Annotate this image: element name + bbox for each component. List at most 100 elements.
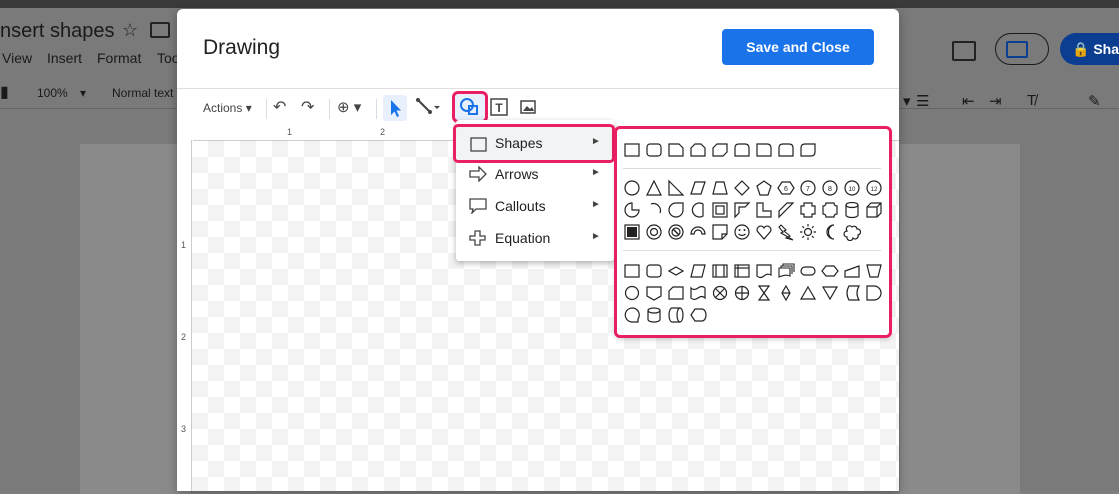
share-button[interactable]: 🔒 Sha	[1060, 33, 1119, 65]
flowchart-or-icon[interactable]	[733, 284, 751, 302]
flowchart-manual-operation-icon[interactable]	[865, 262, 883, 280]
round-same-side-shape-icon[interactable]	[733, 141, 751, 159]
folder-icon[interactable]	[150, 22, 170, 38]
snip-diagonal-shape-icon[interactable]	[711, 141, 729, 159]
right-triangle-shape-icon[interactable]	[667, 179, 685, 197]
paint-format-icon[interactable]: ▮	[0, 82, 9, 102]
cloud-shape-icon[interactable]	[843, 223, 861, 241]
clear-formatting-icon[interactable]: T̸	[1027, 92, 1036, 109]
style-select[interactable]: Normal text	[112, 86, 173, 100]
sun-shape-icon[interactable]	[799, 223, 817, 241]
bevel-shape-icon[interactable]	[623, 223, 641, 241]
redo-icon[interactable]: ↷	[301, 97, 314, 119]
octagon-shape-icon[interactable]: 8	[821, 179, 839, 197]
flowchart-connector-icon[interactable]	[623, 284, 641, 302]
cube-shape-icon[interactable]	[865, 201, 883, 219]
plaque-rounded-shape-icon[interactable]	[821, 201, 839, 219]
flowchart-terminator-icon[interactable]	[799, 262, 817, 280]
heart-shape-icon[interactable]	[755, 223, 773, 241]
document-title[interactable]: nsert shapes	[0, 20, 115, 43]
menu-item-callouts[interactable]: Callouts ►	[456, 190, 614, 222]
zoom-dropdown-icon[interactable]: ▾	[80, 86, 86, 100]
select-tool[interactable]	[383, 95, 407, 121]
comment-icon[interactable]	[952, 41, 976, 61]
rectangle-shape-icon[interactable]	[623, 141, 641, 159]
pentagon-shape-icon[interactable]	[755, 179, 773, 197]
flowchart-extract-icon[interactable]	[799, 284, 817, 302]
flowchart-summing-junction-icon[interactable]	[711, 284, 729, 302]
triangle-shape-icon[interactable]	[645, 179, 663, 197]
actions-menu[interactable]: Actions ▾	[203, 97, 252, 119]
flowchart-internal-storage-icon[interactable]	[733, 262, 751, 280]
moon-shape-icon[interactable]	[821, 223, 839, 241]
zoom-icon[interactable]: ⊕ ▾	[337, 97, 361, 119]
save-and-close-button[interactable]: Save and Close	[722, 29, 874, 65]
folded-corner-shape-icon[interactable]	[711, 223, 729, 241]
menu-item-shapes-highlighted[interactable]: Shapes ►	[453, 124, 615, 163]
chord-shape-icon[interactable]	[689, 201, 707, 219]
oval-shape-icon[interactable]	[623, 179, 641, 197]
flowchart-direct-access-storage-icon[interactable]	[667, 306, 685, 324]
menu-item-equation[interactable]: Equation ►	[456, 222, 614, 254]
menu-view[interactable]: View	[2, 50, 32, 66]
flowchart-merge-icon[interactable]	[821, 284, 839, 302]
flowchart-delay-icon[interactable]	[865, 284, 883, 302]
frame-shape-icon[interactable]	[711, 201, 729, 219]
edit-mode-icon[interactable]: ✎	[1088, 92, 1101, 110]
text-box-tool[interactable]: T	[488, 96, 510, 118]
arc-shape-icon[interactable]	[645, 201, 663, 219]
flowchart-collate-icon[interactable]	[755, 284, 773, 302]
pie-shape-icon[interactable]	[623, 201, 641, 219]
flowchart-sequential-access-storage-icon[interactable]	[623, 306, 641, 324]
star-icon[interactable]: ☆	[122, 20, 138, 41]
donut-shape-icon[interactable]	[645, 223, 663, 241]
flowchart-display-icon[interactable]	[689, 306, 707, 324]
increase-indent-icon[interactable]: ⇥	[989, 92, 1002, 110]
flowchart-data-icon[interactable]	[689, 262, 707, 280]
line-tool[interactable]	[414, 95, 440, 117]
shape-tool-button[interactable]	[452, 91, 488, 123]
dropdown-icon[interactable]: ▾	[903, 92, 911, 110]
flowchart-multidocument-icon[interactable]	[777, 262, 795, 280]
menu-format[interactable]: Format	[97, 50, 141, 66]
zoom-select[interactable]: 100%	[37, 86, 68, 100]
snip-same-side-shape-icon[interactable]	[689, 141, 707, 159]
teardrop-shape-icon[interactable]	[667, 201, 685, 219]
rounded-rectangle-shape-icon[interactable]	[645, 141, 663, 159]
dodecagon-shape-icon[interactable]: 12	[865, 179, 883, 197]
decrease-indent-icon[interactable]: ⇤	[962, 92, 975, 110]
flowchart-offpage-connector-icon[interactable]	[645, 284, 663, 302]
l-shape-icon[interactable]	[755, 201, 773, 219]
flowchart-punched-tape-icon[interactable]	[689, 284, 707, 302]
undo-icon[interactable]: ↶	[273, 97, 286, 119]
can-shape-icon[interactable]	[843, 201, 861, 219]
flowchart-magnetic-disk-icon[interactable]	[645, 306, 663, 324]
no-symbol-shape-icon[interactable]	[667, 223, 685, 241]
heptagon-shape-icon[interactable]: 7	[799, 179, 817, 197]
plaque-shape-icon[interactable]	[799, 201, 817, 219]
numbered-list-icon[interactable]: ☰	[916, 92, 929, 110]
snip-round-shape-icon[interactable]	[755, 141, 773, 159]
flowchart-process-icon[interactable]	[623, 262, 641, 280]
smiley-face-shape-icon[interactable]	[733, 223, 751, 241]
menu-insert[interactable]: Insert	[47, 50, 82, 66]
flowchart-stored-data-icon[interactable]	[843, 284, 861, 302]
diagonal-stripe-shape-icon[interactable]	[777, 201, 795, 219]
flowchart-sort-icon[interactable]	[777, 284, 795, 302]
present-button[interactable]	[995, 33, 1049, 65]
flowchart-predefined-process-icon[interactable]	[711, 262, 729, 280]
snip-corner-rectangle-shape-icon[interactable]	[667, 141, 685, 159]
flowchart-preparation-icon[interactable]	[821, 262, 839, 280]
round-diagonal-shape-icon[interactable]	[799, 141, 817, 159]
trapezoid-shape-icon[interactable]	[711, 179, 729, 197]
half-frame-shape-icon[interactable]	[733, 201, 751, 219]
block-arc-shape-icon[interactable]	[689, 223, 707, 241]
flowchart-manual-input-icon[interactable]	[843, 262, 861, 280]
flowchart-alternate-process-icon[interactable]	[645, 262, 663, 280]
flowchart-decision-icon[interactable]	[667, 262, 685, 280]
flowchart-document-icon[interactable]	[755, 262, 773, 280]
decagon-shape-icon[interactable]: 10	[843, 179, 861, 197]
round-single-corner-shape-icon[interactable]	[777, 141, 795, 159]
diamond-shape-icon[interactable]	[733, 179, 751, 197]
hexagon-shape-icon[interactable]: 6	[777, 179, 795, 197]
